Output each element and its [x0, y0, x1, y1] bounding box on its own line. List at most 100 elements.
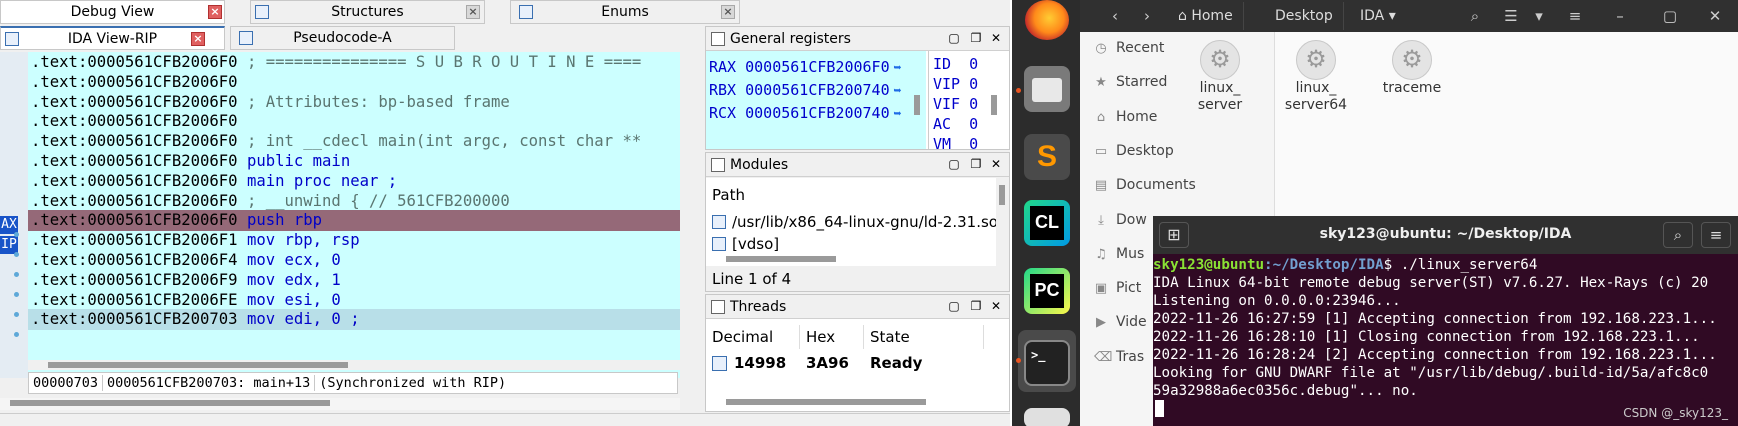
breakpoint-dot — [14, 232, 19, 237]
sidebar-item-vide[interactable]: ▶ Vide — [1094, 310, 1147, 334]
restore-icon[interactable]: ❐ — [969, 299, 983, 313]
tab-pseudocode-a[interactable]: Pseudocode-A — [230, 26, 455, 50]
register-row[interactable]: RCX 0000561CFB200740 ➥ — [709, 102, 901, 124]
sidebar-item-starred[interactable]: ★ Starred — [1094, 70, 1167, 94]
jump-arrow-icon[interactable]: ➥ — [894, 107, 902, 122]
minimize-icon[interactable]: – — [1605, 2, 1635, 30]
registers-list[interactable]: RAX 0000561CFB2006F0 ➥ RBX 0000561CFB2007… — [706, 51, 926, 149]
jump-arrow-icon[interactable]: ➥ — [894, 61, 902, 76]
close-icon[interactable]: × — [208, 5, 222, 19]
disassembly-row[interactable]: .text:0000561CFB200703 mov edi, 0 ; — [28, 309, 680, 331]
menu-icon[interactable]: ≡ — [1701, 222, 1731, 248]
disassembly-row[interactable]: .text:0000561CFB2006F1 mov rbp, rsp — [31, 230, 360, 251]
tab-structures[interactable]: Structures × — [250, 0, 485, 24]
sidebar-item-mus[interactable]: ♫ Mus — [1094, 242, 1144, 266]
sidebar-item-pict[interactable]: ▣ Pict — [1094, 276, 1141, 300]
sublime-icon[interactable]: S — [1024, 134, 1070, 180]
maximize-icon[interactable]: ▢ — [1655, 2, 1685, 30]
disassembly-row[interactable]: .text:0000561CFB2006F9 mov edx, 1 — [31, 270, 341, 291]
pycharm-icon[interactable]: PC — [1024, 268, 1070, 314]
terminal-icon[interactable]: >_ — [1024, 340, 1070, 386]
flags-list[interactable]: ID 0 VIP 0 VIF 0 AC 0 VM 0 — [928, 51, 1000, 149]
search-icon[interactable]: ⌕ — [1460, 2, 1490, 30]
search-icon[interactable]: ⌕ — [1663, 222, 1693, 248]
module-row[interactable]: /usr/lib/x86_64-linux-gnu/ld-2.31.so — [712, 212, 996, 232]
modules-hscroll[interactable] — [706, 254, 996, 264]
thread-hex[interactable]: 3A96 — [800, 351, 849, 375]
maximize-icon[interactable]: ▢ — [947, 31, 961, 45]
sidebar-item-dow[interactable]: ⤓ Dow — [1094, 208, 1147, 232]
modules-list[interactable]: Path /usr/lib/x86_64-linux-gnu/ld-2.31.s… — [706, 178, 996, 266]
status-location: 0000561CFB200703: main+13 — [103, 375, 316, 391]
line-text: mov edx, 1 — [246, 270, 341, 289]
maximize-icon[interactable]: ▢ — [947, 157, 961, 171]
column-header-state[interactable]: State — [864, 325, 984, 349]
current-instruction-row[interactable]: .text:0000561CFB2006F0 push rbp — [28, 210, 680, 232]
sidebar-item-tras[interactable]: ⌫ Tras — [1094, 345, 1144, 369]
module-row[interactable]: [vdso] — [712, 234, 779, 254]
disassembly-row[interactable]: .text:0000561CFB2006F0 ; int __cdecl mai… — [31, 131, 641, 152]
disassembly-row[interactable]: .text:0000561CFB2006F0 — [31, 72, 238, 93]
register-row[interactable]: RBX 0000561CFB200740 ➥ — [709, 79, 901, 101]
clion-icon[interactable]: CL — [1024, 200, 1070, 246]
breadcrumb-ida[interactable]: IDA ▾ — [1350, 2, 1406, 30]
scroll-thumb[interactable] — [10, 400, 330, 406]
close-icon[interactable]: ✕ — [989, 31, 1003, 45]
disassembly-row[interactable]: .text:0000561CFB2006F0 main proc near ; — [31, 171, 397, 192]
close-icon[interactable]: ✕ — [1700, 2, 1730, 30]
list-view-icon[interactable]: ☰ — [1496, 2, 1526, 30]
disassembly-row[interactable]: .text:0000561CFB2006FE mov esi, 0 — [31, 290, 341, 311]
close-icon[interactable]: × — [191, 32, 205, 46]
disassembly-row[interactable]: .text:0000561CFB2006F0 ; ===============… — [31, 52, 641, 73]
forward-icon[interactable]: › — [1132, 2, 1162, 30]
sidebar-item-home[interactable]: ⌂ Home — [1094, 105, 1157, 129]
pane-header: Modules ▢ ❐ ✕ — [706, 153, 1009, 177]
disassembly-hscroll[interactable] — [28, 360, 680, 370]
disassembly-row[interactable]: .text:0000561CFB2006F0 ; __unwind { // 5… — [31, 191, 510, 212]
maximize-icon[interactable]: ▢ — [947, 299, 961, 313]
breadcrumb-home[interactable]: ⌂ Home — [1170, 2, 1244, 30]
modules-vscroll[interactable] — [999, 185, 1005, 205]
thread-state[interactable]: Ready — [864, 351, 922, 375]
threads-hscroll[interactable] — [706, 397, 1006, 407]
executable-icon — [1296, 40, 1336, 80]
breadcrumb-desktop[interactable]: Desktop — [1265, 2, 1344, 30]
column-header-path[interactable]: Path — [712, 186, 745, 204]
bottom-hscroll[interactable] — [0, 398, 680, 410]
disassembly-row[interactable]: .text:0000561CFB2006F0 ; Attributes: bp-… — [31, 92, 510, 113]
tab-enums[interactable]: Enums × — [510, 0, 740, 24]
column-header-decimal[interactable]: Decimal — [706, 325, 800, 349]
tab-ida-view-rip[interactable]: IDA View-RIP × — [0, 26, 225, 50]
scroll-thumb[interactable] — [726, 256, 836, 262]
close-icon[interactable]: ✕ — [989, 157, 1003, 171]
disassembly-view[interactable]: AX IP .text:0000561CFB2006F0 ; =========… — [0, 52, 680, 378]
disassembly-row[interactable]: .text:0000561CFB2006F0 — [31, 111, 238, 132]
files-icon[interactable] — [1024, 66, 1070, 112]
thread-decimal[interactable]: 14998 — [728, 351, 786, 375]
view-options-chevron-icon[interactable]: ▾ — [1524, 2, 1554, 30]
scroll-thumb[interactable] — [48, 362, 348, 368]
flow-dot — [14, 292, 19, 297]
back-icon[interactable]: ‹ — [1100, 2, 1130, 30]
disassembly-row[interactable]: .text:0000561CFB2006F4 mov ecx, 0 — [31, 250, 341, 271]
menu-icon[interactable]: ≡ — [1560, 2, 1590, 30]
flags-vscroll[interactable] — [991, 95, 997, 115]
restore-icon[interactable]: ❐ — [969, 157, 983, 171]
firefox-icon[interactable] — [1025, 0, 1069, 40]
sidebar-item-documents[interactable]: ▤ Documents — [1094, 173, 1196, 197]
sidebar-item-desktop[interactable]: ▭ Desktop — [1094, 139, 1174, 163]
scroll-thumb[interactable] — [726, 399, 926, 405]
restore-icon[interactable]: ❐ — [969, 31, 983, 45]
tab-debug-view[interactable]: Debug View × — [0, 0, 225, 24]
close-icon[interactable]: ✕ — [989, 299, 1003, 313]
register-row[interactable]: RAX 0000561CFB2006F0 ➥ — [709, 56, 901, 78]
close-icon[interactable]: × — [466, 5, 480, 19]
sidebar-item-recent[interactable]: ◷ Recent — [1094, 36, 1164, 60]
jump-arrow-icon[interactable]: ➥ — [894, 84, 902, 99]
column-header-hex[interactable]: Hex — [800, 325, 864, 349]
registers-vscroll[interactable] — [914, 95, 920, 115]
terminal-window[interactable]: ⊞ sky123@ubuntu: ~/Desktop/IDA ⌕ ≡ sky12… — [1153, 216, 1738, 426]
close-icon[interactable]: × — [721, 5, 735, 19]
text-editor-icon[interactable] — [1024, 408, 1070, 426]
disassembly-row[interactable]: .text:0000561CFB2006F0 public main — [31, 151, 350, 172]
